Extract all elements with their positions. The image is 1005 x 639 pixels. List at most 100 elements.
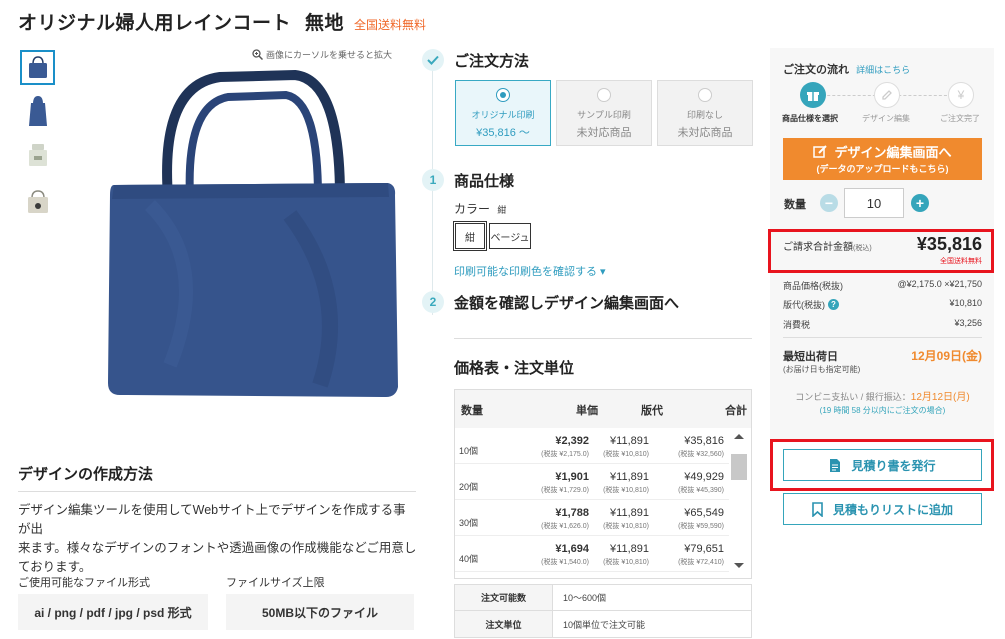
table-row: 40個 ¥1,694 (税抜 ¥1,540.0) ¥11,891 (税抜 ¥10,8… bbox=[455, 536, 729, 572]
check-icon bbox=[422, 49, 444, 71]
file-size-value: 50MB以下のファイル bbox=[226, 594, 414, 630]
info-value: 10個単位で注文可能 bbox=[563, 619, 646, 630]
file-format-value: ai / png / pdf / jpg / psd 形式 bbox=[18, 594, 208, 630]
print-color-link[interactable]: 印刷可能な印刷色を確認する ▾ bbox=[454, 263, 606, 279]
issue-quote-label: 見積り書を発行 bbox=[851, 458, 936, 473]
main-product-image[interactable] bbox=[90, 65, 420, 405]
convenience-payment: コンビニ支払い / 銀行振込：12月12日(月) bbox=[783, 388, 982, 403]
method-original-print[interactable]: オリジナル印刷 ¥35,816 〜 bbox=[455, 80, 551, 146]
price-table-heading: 価格表・注文単位 bbox=[454, 360, 575, 377]
product-name: オリジナル婦人用レインコート bbox=[18, 13, 292, 34]
method-title: サンプル印刷 bbox=[577, 110, 631, 120]
desc-line: 来ます。様々なデザインのフォントや透過画像の作成機能などご用意し bbox=[18, 541, 417, 555]
table-scrollbar[interactable] bbox=[729, 430, 749, 576]
row-total: ¥35,816 bbox=[684, 435, 724, 447]
file-format-label: ご使用可能なファイル形式 bbox=[18, 577, 150, 589]
info-key: 注文単位 bbox=[455, 611, 553, 637]
add-to-quote-list-button[interactable]: 見積もりリストに追加 bbox=[783, 493, 982, 525]
tax-value: ¥3,256 bbox=[954, 318, 982, 328]
table-row: 30個 ¥1,788 (税抜 ¥1,626.0) ¥11,891 (税抜 ¥10,8… bbox=[455, 500, 729, 536]
flow-step-1: 商品仕様を選択 bbox=[782, 114, 838, 123]
row-qty: 30個 bbox=[459, 518, 479, 528]
line-item-label: 商品価格(税抜) bbox=[783, 281, 843, 291]
gift-icon bbox=[800, 82, 826, 108]
row-plate: ¥11,891 bbox=[610, 507, 649, 519]
row-plate: ¥11,891 bbox=[610, 435, 649, 447]
row-qty: 20個 bbox=[459, 482, 479, 492]
flow-detail-link[interactable]: 詳細はこちら bbox=[856, 65, 910, 75]
color-option-navy[interactable]: 紺 bbox=[453, 221, 487, 251]
help-icon[interactable]: ? bbox=[828, 299, 839, 310]
price-table-header: 数量 単価 版代 合計 bbox=[455, 390, 751, 428]
total-label: ご請求合計金額(税込) bbox=[783, 238, 872, 253]
row-unit-ex: (税抜 ¥1,729.0) bbox=[541, 487, 589, 494]
method-status: 未対応商品 bbox=[576, 127, 632, 139]
table-row: 10個 ¥2,392 (税抜 ¥2,175.0) ¥11,891 (税抜 ¥10,8… bbox=[455, 428, 729, 464]
flow-title: ご注文の流れ 詳細はこちら bbox=[783, 61, 910, 77]
divider bbox=[783, 337, 982, 338]
ship-label: 最短出荷日 bbox=[783, 351, 838, 363]
document-icon bbox=[830, 458, 841, 472]
flow-step-2: デザイン編集 bbox=[862, 114, 910, 123]
qty-minus-button[interactable]: − bbox=[820, 194, 838, 212]
method-sample-print[interactable]: サンプル印刷 未対応商品 bbox=[556, 80, 652, 146]
row-total: ¥49,929 bbox=[684, 471, 724, 483]
col-unit: 単価 bbox=[576, 405, 598, 417]
ship-sublabel: (お届け日も指定可能) bbox=[783, 365, 861, 374]
qty-input[interactable]: 10 bbox=[844, 188, 904, 218]
row-total-ex: (税抜 ¥45,390) bbox=[678, 487, 724, 494]
design-editor-button[interactable]: デザイン編集画面へ (データのアップロードもこちら) bbox=[783, 138, 982, 180]
info-value: 10〜600個 bbox=[563, 593, 607, 603]
plate-label: 版代(税抜) ? bbox=[783, 298, 839, 311]
design-heading: デザインの作成方法 bbox=[18, 466, 154, 483]
step-2-heading: 金額を確認しデザイン編集画面へ bbox=[454, 295, 680, 312]
file-size-label: ファイルサイズ上限 bbox=[226, 577, 325, 589]
row-total-ex: (税抜 ¥32,560) bbox=[678, 451, 724, 458]
flow-title-text: ご注文の流れ bbox=[783, 64, 849, 76]
row-total-ex: (税抜 ¥72,410) bbox=[678, 559, 724, 566]
method-title: 印刷なし bbox=[686, 110, 723, 120]
pencil-icon bbox=[874, 82, 900, 108]
order-info-table: 注文可能数 10〜600個 注文単位 10個単位で注文可能 bbox=[454, 584, 752, 638]
row-unit-ex: (税抜 ¥2,175.0) bbox=[541, 451, 589, 458]
color-option-beige[interactable]: ベージュ bbox=[489, 223, 531, 249]
step-line bbox=[432, 70, 433, 315]
row-unit: ¥1,901 bbox=[555, 471, 589, 483]
thumbnail-2[interactable] bbox=[20, 93, 55, 128]
edit-icon bbox=[813, 145, 828, 158]
page-title: オリジナル婦人用レインコート 無地 全国送料無料 bbox=[18, 8, 426, 35]
total-amount: ¥35,816 bbox=[916, 234, 982, 254]
add-to-list-label: 見積もりリストに追加 bbox=[832, 502, 953, 517]
row-plate-ex: (税抜 ¥10,810) bbox=[603, 559, 649, 566]
flow-step-3: ご注文完了 bbox=[940, 114, 980, 123]
method-title: オリジナル印刷 bbox=[471, 110, 535, 120]
bookmark-icon bbox=[812, 501, 823, 517]
plate-label-text: 版代(税抜) bbox=[783, 300, 825, 310]
step-2-number: 2 bbox=[422, 291, 444, 313]
thumbnail-3[interactable] bbox=[20, 138, 55, 173]
total-tax-note: (税込) bbox=[853, 245, 872, 252]
row-plate-ex: (税抜 ¥10,810) bbox=[603, 451, 649, 458]
info-key: 注文可能数 bbox=[455, 585, 553, 610]
price-table: 数量 単価 版代 合計 10個 ¥2,392 (税抜 ¥2,175.0) ¥11,… bbox=[454, 389, 752, 579]
qty-plus-button[interactable]: + bbox=[911, 194, 929, 212]
row-unit: ¥1,788 bbox=[555, 507, 589, 519]
radio-icon bbox=[496, 88, 510, 102]
product-variant: 無地 bbox=[305, 13, 345, 34]
issue-quote-button[interactable]: 見積り書を発行 bbox=[783, 449, 982, 481]
col-total: 合計 bbox=[725, 405, 747, 417]
method-price: ¥35,816 〜 bbox=[476, 127, 530, 139]
row-total-ex: (税抜 ¥59,590) bbox=[678, 523, 724, 530]
conv-date: 12月12日(月) bbox=[910, 392, 970, 403]
ship-date: 12月09日(金) bbox=[911, 349, 982, 363]
table-row: 20個 ¥1,901 (税抜 ¥1,729.0) ¥11,891 (税抜 ¥10,8… bbox=[455, 464, 729, 500]
thumbnail-1[interactable] bbox=[20, 50, 55, 85]
step-1-heading: 商品仕様 bbox=[454, 173, 515, 190]
thumbnail-4[interactable] bbox=[20, 184, 55, 219]
total-label-text: ご請求合計金額 bbox=[783, 242, 853, 253]
col-qty: 数量 bbox=[461, 405, 483, 417]
zoom-hint-text: 画像にカーソルを乗せると拡大 bbox=[266, 50, 393, 60]
desc-line: デザイン編集ツールを使用してWebサイト上でデザインを作成する事が出 bbox=[18, 503, 406, 536]
yen-icon: ¥ bbox=[948, 82, 974, 108]
method-no-print[interactable]: 印刷なし 未対応商品 bbox=[657, 80, 753, 146]
